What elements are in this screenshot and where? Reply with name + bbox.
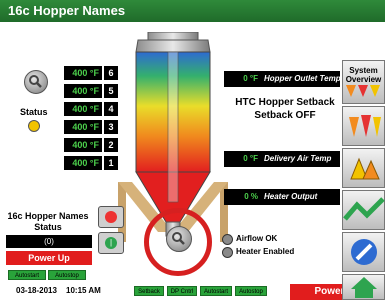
- hopper-panel-value: (0): [6, 235, 92, 248]
- hopper-autostart-button[interactable]: Autostart: [8, 270, 46, 280]
- start-button[interactable]: |: [98, 232, 124, 254]
- home-icon: [351, 277, 377, 298]
- delivery-temp-value: 0 °F: [243, 154, 258, 163]
- zone-temp-3: 400 °F: [64, 120, 102, 134]
- hopper-icon: [349, 115, 381, 137]
- stop-button[interactable]: [98, 206, 124, 228]
- zone-number-5: 5: [104, 84, 118, 98]
- zone-temp-2: 400 °F: [64, 138, 102, 152]
- zone-temp-1: 400 °F: [64, 156, 102, 170]
- zone-number-6: 6: [104, 66, 118, 80]
- airflow-indicator: [222, 234, 233, 245]
- delivery-temp-display: 0 °F Delivery Air Temp: [224, 151, 340, 167]
- delivery-temp-label: Delivery Air Temp: [264, 154, 332, 163]
- trend-view-button[interactable]: [342, 190, 385, 230]
- zone-number-2: 2: [104, 138, 118, 152]
- hopper-panel-subtitle: Status: [34, 222, 62, 232]
- heater-enabled-indicator: [222, 247, 233, 258]
- hopper-autostop-button[interactable]: Autostop: [48, 270, 86, 280]
- heater-output-value: 0 %: [244, 192, 258, 201]
- outlet-temp-value: 0 °F: [243, 74, 258, 83]
- status-label: Status: [20, 107, 48, 117]
- system-overview-label-1: System: [349, 66, 378, 75]
- center-magnify-button[interactable]: [166, 226, 192, 252]
- window-title: 16c Hopper Names: [0, 0, 385, 22]
- airflow-label: Airflow OK: [236, 234, 278, 243]
- system-overview-button[interactable]: System Overview: [342, 60, 385, 104]
- alarm-icon: [350, 157, 380, 180]
- zone-temp-4: 400 °F: [64, 102, 102, 116]
- footer-autostart-button[interactable]: Autostart: [200, 286, 232, 296]
- zone-number-4: 4: [104, 102, 118, 116]
- heater-enabled-label: Heater Enabled: [236, 247, 295, 256]
- system-overview-label-2: Overview: [345, 75, 382, 84]
- hoppers-icon: [345, 85, 380, 97]
- settings-button[interactable]: [342, 232, 385, 272]
- zone-temp-5: 400 °F: [64, 84, 102, 98]
- setback-title: HTC Hopper Setback: [235, 97, 335, 108]
- setback-button[interactable]: Setback: [134, 286, 164, 296]
- alarm-view-button[interactable]: [342, 148, 385, 188]
- power-icon: |: [105, 237, 117, 249]
- outlet-temp-display: 0 °F Hopper Outlet Temp: [224, 71, 340, 87]
- wrench-icon: [351, 239, 377, 265]
- heater-output-label: Heater Output: [264, 192, 318, 201]
- hopper-panel-title: 16c Hopper Names: [7, 211, 89, 221]
- status-indicator: [28, 120, 40, 132]
- outlet-temp-label: Hopper Outlet Temp: [264, 74, 340, 83]
- footer-time: 10:15 AM: [66, 286, 101, 295]
- hopper-power-up-button[interactable]: Power Up: [6, 251, 92, 265]
- zone-temp-6: 400 °F: [64, 66, 102, 80]
- magnify-icon: [172, 232, 185, 245]
- stop-icon: [105, 211, 117, 223]
- zone-number-3: 3: [104, 120, 118, 134]
- zone-number-1: 1: [104, 156, 118, 170]
- hopper-view-button[interactable]: [342, 106, 385, 146]
- magnify-icon: [29, 75, 42, 88]
- heater-output-display: 0 % Heater Output: [224, 189, 340, 205]
- setback-status: Setback OFF: [254, 110, 316, 121]
- dp-control-button[interactable]: DP Cntrl: [167, 286, 197, 296]
- footer-date: 03-18-2013: [16, 286, 57, 295]
- home-button[interactable]: [342, 274, 385, 300]
- trend-arrow-icon: [343, 197, 385, 221]
- footer-autostop-button[interactable]: Autostop: [235, 286, 267, 296]
- magnify-button[interactable]: [24, 70, 48, 94]
